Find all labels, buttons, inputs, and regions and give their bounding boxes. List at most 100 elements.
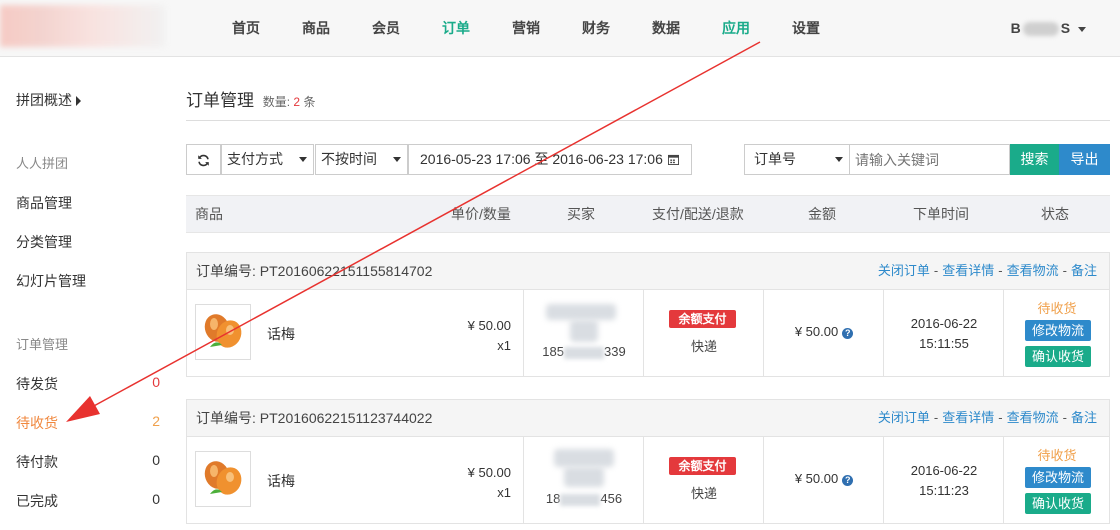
close-order-link[interactable]: 关闭订单	[878, 263, 930, 278]
refresh-button[interactable]	[186, 144, 221, 175]
question-circle-icon[interactable]: ?	[842, 475, 854, 486]
record-count-suffix: 条	[303, 95, 316, 109]
buyer-cell: 185 339	[524, 290, 644, 376]
table-header: 商品 单价/数量 买家 支付/配送/退款 金额 下单时间 状态	[186, 195, 1110, 233]
chevron-down-icon	[835, 157, 843, 162]
record-count: 数量: 2 条	[263, 95, 316, 109]
page-title: 订单管理 数量: 2 条	[186, 86, 315, 111]
record-count-prefix: 数量:	[262, 95, 291, 109]
logo[interactable]	[0, 5, 165, 47]
nav-data[interactable]: 数据	[637, 0, 695, 57]
chevron-down-icon	[393, 157, 401, 162]
sidebar-item-categories[interactable]: 分类管理	[16, 232, 166, 252]
order-card: 订单编号: PT20160622151155814702 关闭订单 - 查看详情 - 查…	[186, 252, 1110, 377]
time-cell: 2016-06-22 15:11:23	[884, 437, 1004, 523]
nav-goods[interactable]: 商品	[287, 0, 345, 57]
col-buyer: 买家	[567, 206, 595, 222]
nav-apps[interactable]: 应用	[707, 0, 765, 57]
payment-badge: 余额支付	[669, 310, 736, 328]
buyer-redacted-block	[570, 320, 598, 342]
user-menu[interactable]: BS	[1011, 0, 1086, 57]
order-amount-value: ¥ 50.00	[794, 471, 839, 486]
order-status: 待收货	[1037, 448, 1077, 463]
close-order-link[interactable]: 关闭订单	[878, 410, 930, 425]
col-pay-ship: 支付/配送/退款	[652, 206, 744, 222]
payment-cell: 余额支付 快递	[644, 290, 764, 376]
sidebar-item-count: 0	[152, 452, 160, 468]
time-mode-value: 不按时间	[321, 151, 377, 167]
order-datetime: 2016-06-22 15:11:23	[884, 461, 1004, 501]
view-logistics-link[interactable]: 查看物流	[1007, 410, 1059, 425]
search-field-value: 订单号	[754, 151, 796, 167]
user-name-suffix: S	[1060, 20, 1071, 36]
order-row: 话梅 ¥ 50.00 x1 185 339 余额支付 快递 ¥ 50.00? 2…	[187, 290, 1109, 376]
sidebar-item-label: 待发货	[16, 376, 58, 392]
order-card: 订单编号: PT20160622151123744022 关闭订单 - 查看详情 - 查…	[186, 399, 1110, 524]
record-count-value: 2	[293, 95, 301, 109]
view-logistics-link[interactable]: 查看物流	[1007, 263, 1059, 278]
order-amount-value: ¥ 50.00	[794, 324, 839, 339]
confirm-receipt-button[interactable]: 确认收货	[1025, 493, 1091, 514]
nav-marketing[interactable]: 营销	[497, 0, 555, 57]
date-range-value: 2016-05-23 17:06 至 2016-06-23 17:06	[420, 151, 663, 167]
plum-image	[204, 314, 242, 348]
amount-cell: ¥ 50.00?	[764, 437, 884, 523]
question-circle-icon[interactable]: ?	[842, 328, 854, 339]
nav-orders[interactable]: 订单	[427, 0, 485, 57]
sidebar-item-completed[interactable]: 已完成 0	[16, 491, 166, 511]
order-number: 订单编号: PT20160622151155814702	[196, 263, 433, 279]
edit-logistics-button[interactable]: 修改物流	[1025, 467, 1091, 488]
chevron-down-icon	[1078, 26, 1086, 32]
date-range-picker[interactable]: 2016-05-23 17:06 至 2016-06-23 17:06	[408, 144, 692, 175]
product-cell: 话梅 ¥ 50.00 x1	[187, 290, 524, 376]
user-name-prefix: B	[1010, 20, 1021, 36]
col-order-time: 下单时间	[913, 206, 969, 222]
search-button[interactable]: 搜索	[1010, 144, 1059, 175]
col-price-qty: 单价/数量	[451, 206, 511, 222]
unit-price: ¥ 50.00	[467, 465, 511, 480]
buyer-phone: 18 456	[524, 491, 644, 506]
sidebar-item-to-receive[interactable]: 待收货 2	[16, 413, 166, 433]
search-field-select[interactable]: 订单号	[744, 144, 850, 175]
price-qty: ¥ 50.00 x1	[468, 316, 511, 356]
time-mode-select[interactable]: 不按时间	[315, 144, 408, 175]
remark-link[interactable]: 备注	[1071, 410, 1097, 425]
view-details-link[interactable]: 查看详情	[942, 263, 994, 278]
order-actions: 关闭订单 - 查看详情 - 查看物流 - 备注	[877, 410, 1097, 425]
payment-badge: 余额支付	[669, 457, 736, 475]
order-amount: ¥ 50.00?	[764, 471, 884, 486]
nav-settings[interactable]: 设置	[777, 0, 835, 57]
sidebar-item-label: 待收货	[16, 415, 58, 431]
sidebar-item-to-pay[interactable]: 待付款 0	[16, 452, 166, 472]
product-thumbnail[interactable]	[195, 451, 251, 507]
chevron-down-icon	[299, 157, 307, 162]
nav-home[interactable]: 首页	[217, 0, 275, 57]
sidebar-item-to-ship[interactable]: 待发货 0	[16, 374, 166, 394]
price-qty: ¥ 50.00 x1	[468, 463, 511, 503]
order-datetime: 2016-06-22 15:11:55	[884, 314, 1004, 354]
edit-logistics-button[interactable]: 修改物流	[1025, 320, 1091, 341]
view-details-link[interactable]: 查看详情	[942, 410, 994, 425]
search-input[interactable]	[849, 144, 1010, 175]
payment-method-select[interactable]: 支付方式	[221, 144, 314, 175]
order-time: 15:11:55	[919, 336, 969, 351]
sidebar-item-overview[interactable]: 拼团概述	[16, 90, 166, 110]
buyer-name-redacted	[554, 449, 614, 467]
export-button[interactable]: 导出	[1059, 144, 1110, 175]
confirm-receipt-button[interactable]: 确认收货	[1025, 346, 1091, 367]
sidebar-item-goods[interactable]: 商品管理	[16, 193, 166, 213]
sidebar-item-count: 2	[152, 413, 160, 429]
status-cell: 待收货 修改物流 确认收货	[1004, 290, 1110, 376]
sidebar-item-count: 0	[152, 374, 160, 390]
plum-image	[204, 461, 242, 495]
buyer-phone-tail: 456	[600, 491, 623, 506]
sidebar-item-label: 已完成	[16, 493, 58, 509]
sidebar-item-slides[interactable]: 幻灯片管理	[16, 271, 166, 291]
nav-finance[interactable]: 财务	[567, 0, 625, 57]
product-thumbnail[interactable]	[195, 304, 251, 360]
sidebar: 拼团概述 人人拼团 商品管理 分类管理 幻灯片管理 订单管理 待发货 0 待收货…	[0, 58, 170, 530]
nav-members[interactable]: 会员	[357, 0, 415, 57]
order-time: 15:11:23	[919, 483, 969, 498]
remark-link[interactable]: 备注	[1071, 263, 1097, 278]
sidebar-item-count: 0	[152, 491, 160, 507]
